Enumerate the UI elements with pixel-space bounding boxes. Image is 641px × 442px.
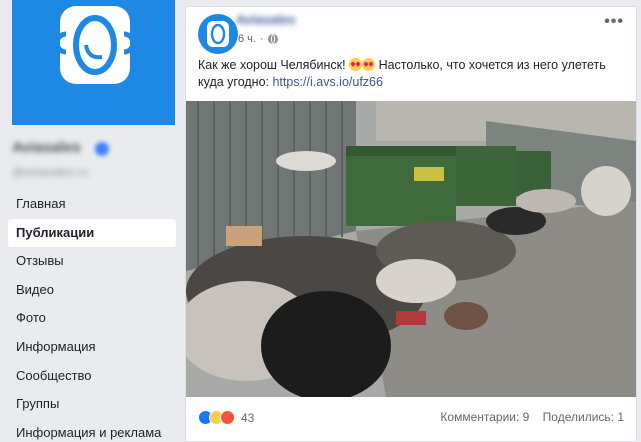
page-avatar[interactable]: [12, 0, 175, 125]
post-author-name[interactable]: Aviasales: [236, 12, 296, 27]
more-options-icon[interactable]: •••: [604, 13, 624, 31]
separator-dot: ·: [259, 33, 264, 45]
garbage-photo-image: [186, 101, 636, 397]
shares-count[interactable]: Поделились: 1: [543, 410, 624, 424]
nav-item-home[interactable]: Главная: [8, 190, 176, 219]
aviasales-logo-icon: [56, 6, 134, 84]
reactions-bar[interactable]: 43: [198, 410, 254, 425]
post-text: Как же хорош Челябинск! Настолько, что х…: [198, 57, 628, 91]
comments-count[interactable]: Комментарии: 9: [440, 410, 529, 424]
post-text-part1: Как же хорош Челябинск!: [198, 58, 346, 72]
post-meta: 6 ч. ·: [238, 33, 278, 45]
heart-eyes-emoji-icon: [349, 58, 363, 71]
angry-reaction-icon: [220, 410, 235, 425]
reaction-count[interactable]: 43: [241, 411, 254, 425]
nav-item-reviews[interactable]: Отзывы: [8, 247, 176, 276]
nav-item-about[interactable]: Информация: [8, 333, 176, 362]
nav-item-groups[interactable]: Группы: [8, 390, 176, 419]
aviasales-logo-icon: [207, 21, 229, 47]
post-link[interactable]: https://i.avs.io/ufz66: [272, 75, 382, 89]
page-name[interactable]: Aviasales: [12, 139, 81, 161]
nav-item-videos[interactable]: Видео: [8, 276, 176, 305]
post-timestamp[interactable]: 6 ч.: [238, 33, 256, 45]
nav-item-photos[interactable]: Фото: [8, 304, 176, 333]
nav-item-posts[interactable]: Публикации: [8, 218, 176, 248]
heart-eyes-emoji-icon: [362, 58, 376, 71]
post-author-avatar[interactable]: [198, 14, 238, 54]
page-nav: Главная Публикации Отзывы Видео Фото Инф…: [8, 190, 176, 442]
nav-item-community[interactable]: Сообщество: [8, 362, 176, 391]
verified-badge-icon: [95, 142, 109, 156]
nav-item-info-ads[interactable]: Информация и реклама: [8, 419, 176, 442]
page-sidebar: Aviasales @aviasales.ru Главная Публикац…: [0, 0, 185, 442]
post-card: Aviasales 6 ч. · ••• Как же хорош Челяби…: [185, 6, 637, 442]
post-stats: Комментарии: 9 Поделились: 1: [430, 410, 624, 424]
page-handle[interactable]: @aviasales.ru: [12, 165, 88, 179]
post-photo[interactable]: [186, 101, 636, 397]
globe-icon[interactable]: [267, 34, 278, 44]
